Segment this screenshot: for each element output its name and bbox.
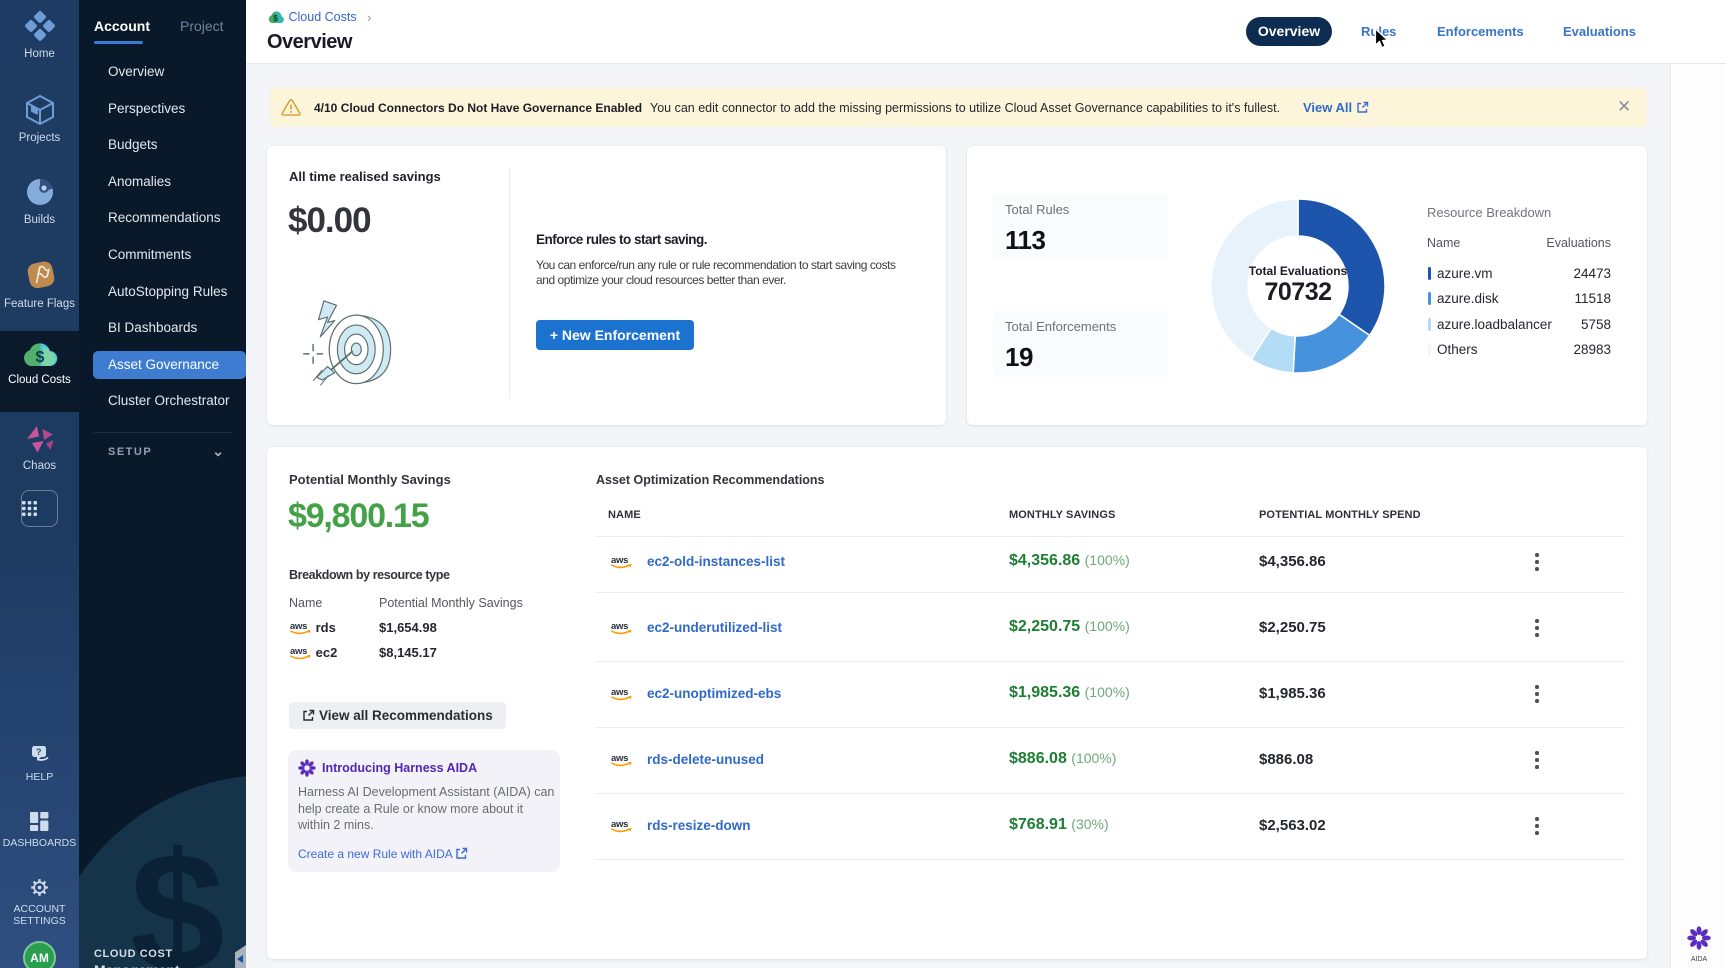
- svg-text:$: $: [35, 349, 44, 366]
- svg-text:$: $: [273, 13, 278, 23]
- svg-text:aws: aws: [290, 621, 307, 632]
- svg-text:aws: aws: [611, 621, 628, 632]
- svg-text:aws: aws: [611, 753, 628, 764]
- svg-text:aws: aws: [611, 687, 628, 698]
- svg-text:aws: aws: [611, 555, 628, 566]
- svg-text:?: ?: [36, 747, 42, 757]
- svg-text:aws: aws: [611, 819, 628, 830]
- svg-text:aws: aws: [290, 646, 307, 657]
